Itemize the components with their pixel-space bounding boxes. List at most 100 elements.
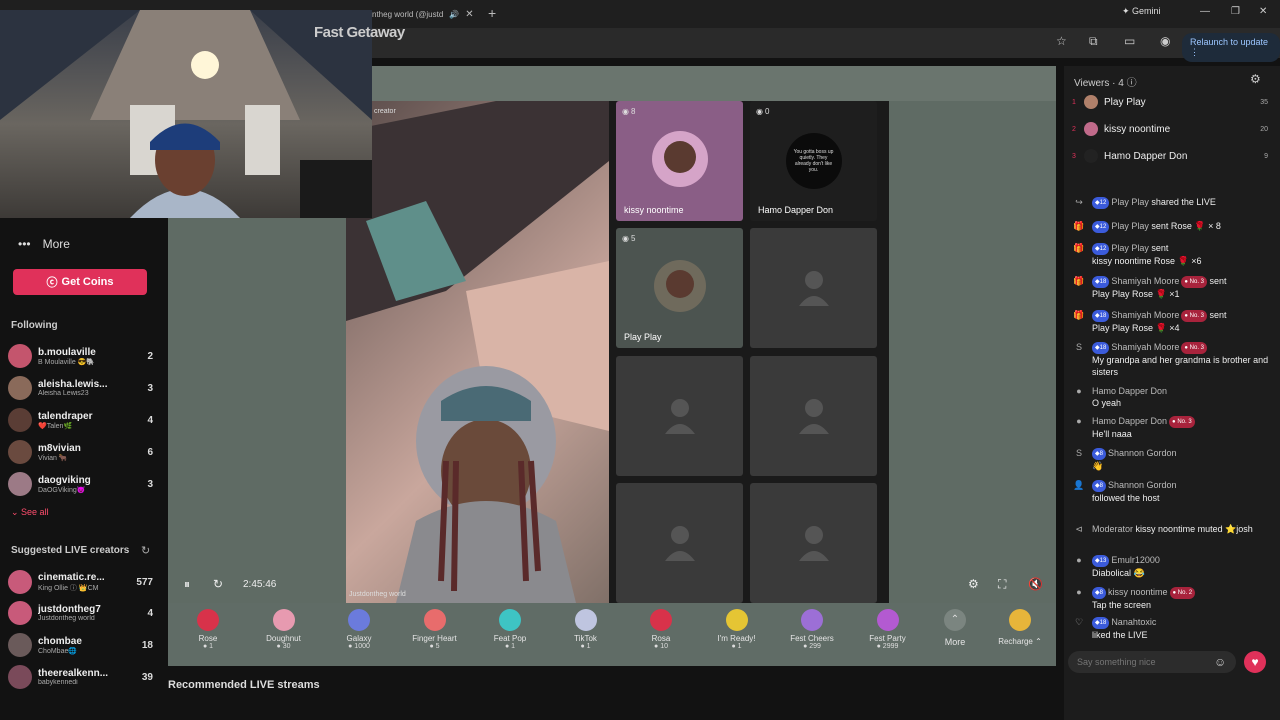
chat-body: ◆18 Shamiyah Moore ● No. 3 sent Play Play R… <box>1092 275 1227 300</box>
viewer-row[interactable]: 3 Hamo Dapper Don 9 <box>1072 147 1268 165</box>
browser-tab[interactable]: ntheg world (@justd 🔊 ✕ <box>372 4 474 24</box>
viewer-score: 35 <box>1260 98 1268 106</box>
gift-name: Fest Party <box>869 634 906 643</box>
coin-icon: ⓒ <box>46 277 58 289</box>
chat-message[interactable]: S ◆18 Shamiyah Moore ● No. 3 My grandpa and … <box>1072 341 1276 378</box>
chat-message[interactable]: ● ◆8 kissy noontime ● No. 2 Tap the screen <box>1072 586 1276 611</box>
see-all-link[interactable]: ⌄ See all <box>11 507 49 518</box>
empty-guest-slot[interactable] <box>616 356 743 476</box>
gift-price: ● 10 <box>654 643 668 650</box>
viewer-count: 4 <box>147 607 153 619</box>
chat-message[interactable]: ⊲ Moderator kissy noontime muted ⭐josh <box>1072 523 1276 537</box>
window-close-icon[interactable]: ✕ <box>1259 6 1267 17</box>
chat-user: Play Play <box>1111 243 1149 253</box>
refresh-icon[interactable]: ↻ <box>141 544 150 557</box>
chat-message[interactable]: ↪ ◆12 Play Play shared the LIVE <box>1072 196 1276 210</box>
fullscreen-icon[interactable]: ⛶ <box>998 577 1006 592</box>
following-item[interactable]: m8vivian Vivian 🐂 6 <box>8 438 153 466</box>
minimize-icon[interactable]: — <box>1200 6 1210 17</box>
avatar <box>1084 122 1098 136</box>
gift-price: ● 1000 <box>348 643 370 650</box>
chat-message[interactable]: 🎁 ◆18 Shamiyah Moore ● No. 3 sent Play Play … <box>1072 309 1276 334</box>
gift-item[interactable]: Rose ● 1 <box>178 609 238 650</box>
empty-guest-slot[interactable] <box>750 483 877 603</box>
emoji-icon[interactable]: ☺ <box>1214 655 1226 669</box>
reload-icon[interactable]: ↻ <box>213 577 223 591</box>
gift-name: Finger Heart <box>412 634 457 643</box>
viewer-row[interactable]: 1 Play Play 35 <box>1072 93 1268 111</box>
chat-message[interactable]: ● Hamo Dapper Don O yeah <box>1072 385 1276 409</box>
suggested-item[interactable]: cinematic.re... King Ollie ⓘ 👑CM 577 <box>8 568 153 596</box>
host-video[interactable] <box>346 101 609 603</box>
chat-message[interactable]: ● ◆13 Emulr12000 Diabolical 😂 <box>1072 554 1276 579</box>
page-title: Fast Getaway <box>314 24 405 41</box>
more-menu-item[interactable]: ••• More <box>18 237 70 251</box>
gear-icon[interactable]: ⚙ <box>1250 72 1261 86</box>
guest-slot[interactable]: ◉ 5 Play Play <box>616 228 743 348</box>
see-all-label: See all <box>21 507 49 517</box>
suggested-item[interactable]: justdontheg7 Justdontheg world 4 <box>8 599 153 627</box>
recharge-button[interactable]: Recharge ⌃ <box>990 609 1050 646</box>
chat-text-line: My grandpa and her grandma is brother an… <box>1092 354 1269 377</box>
cast-icon[interactable]: ▭ <box>1124 34 1135 48</box>
gift-name: Fest Cheers <box>790 634 834 643</box>
following-item[interactable]: daogviking DaOGViking😈 3 <box>8 470 153 498</box>
empty-guest-slot[interactable] <box>616 483 743 603</box>
gift-price: ● 1 <box>580 643 591 650</box>
chat-icon: ● <box>1076 555 1082 565</box>
empty-guest-slot[interactable] <box>750 356 877 476</box>
tab-audio-icon[interactable]: 🔊 <box>449 10 459 19</box>
gift-item[interactable]: Rosa ● 10 <box>631 609 691 650</box>
gift-item[interactable]: Galaxy ● 1000 <box>329 609 389 650</box>
chat-message[interactable]: ● Hamo Dapper Don ● No. 3 He'll naaa <box>1072 415 1276 440</box>
guest-avatar-quote: You gotta boss up quietly. They already … <box>785 133 842 189</box>
gift-item[interactable]: Finger Heart ● 5 <box>405 609 465 650</box>
suggested-item[interactable]: theerealkenn... babykennedi 39 <box>8 663 153 691</box>
gemini-label: Gemini <box>1132 6 1161 16</box>
gift-icon <box>876 609 899 631</box>
guest-slot[interactable]: ◉ 8 kissy noontime <box>616 101 743 221</box>
following-item[interactable]: talendraper ❤️Talen🌿 4 <box>8 406 153 434</box>
gift-item[interactable]: TikTok ● 1 <box>556 609 616 650</box>
avatar <box>8 633 32 657</box>
gift-item[interactable]: I'm Ready! ● 1 <box>707 609 767 650</box>
webcam-scene <box>0 10 372 218</box>
chat-message[interactable]: S ◆8 Shannon Gordon 👋 <box>1072 447 1276 472</box>
maximize-icon[interactable]: ❐ <box>1231 6 1240 17</box>
pause-icon[interactable]: ⏸ <box>184 577 190 592</box>
suggested-item[interactable]: chombae ChoMbae🌐 18 <box>8 631 153 659</box>
chat-message[interactable]: 🎁 ◆12 Play Play sent Rose 🌹 × 8 <box>1072 220 1276 234</box>
empty-guest-slot[interactable] <box>750 228 877 348</box>
gift-item[interactable]: Fest Party ● 2999 <box>858 609 918 650</box>
following-item[interactable]: aleisha.lewis... Aleisha Lewis23 3 <box>8 374 153 402</box>
tab-close-icon[interactable]: ✕ <box>465 9 473 20</box>
profile-icon[interactable]: ◉ <box>1160 34 1170 48</box>
gift-item[interactable]: Feat Pop ● 1 <box>480 609 540 650</box>
chat-message[interactable]: 👤 ◆8 Shannon Gordon followed the host <box>1072 479 1276 504</box>
gift-item[interactable]: Fest Cheers ● 299 <box>782 609 842 650</box>
relaunch-button[interactable]: Relaunch to update ⋮ <box>1182 33 1280 62</box>
chat-user: Nanahtoxic <box>1111 617 1157 627</box>
viewer-row[interactable]: 2 kissy noontime 20 <box>1072 120 1268 138</box>
following-name: talendraper <box>38 410 93 422</box>
mute-icon[interactable]: 🔇 <box>1028 577 1043 591</box>
chat-message[interactable]: 🎁 ◆18 Shamiyah Moore ● No. 3 sent Play Play … <box>1072 275 1276 300</box>
bookmark-star-icon[interactable]: ☆ <box>1056 34 1067 48</box>
chat-message[interactable]: 🎁 ◆12 Play Play sent kissy noontime Rose 🌹 … <box>1072 242 1276 267</box>
extensions-icon[interactable]: ⧉ <box>1089 34 1098 49</box>
following-item[interactable]: b.moulaville B Moulaville 😎🐘 2 <box>8 342 153 370</box>
settings-icon[interactable]: ⚙ <box>968 577 979 591</box>
get-coins-button[interactable]: ⓒ Get Coins <box>13 269 147 295</box>
gemini-button[interactable]: ✦ Gemini <box>1122 6 1161 17</box>
chat-text-line: O yeah <box>1092 398 1122 408</box>
like-heart-button[interactable]: ♥ <box>1244 651 1266 673</box>
viewer-name: Hamo Dapper Don <box>1104 150 1188 162</box>
chat-text: sent <box>1209 310 1227 320</box>
guest-slot[interactable]: ◉ 0 You gotta boss up quietly. They alre… <box>750 101 877 221</box>
gift-item[interactable]: Doughnut ● 30 <box>254 609 314 650</box>
chat-message[interactable]: ♡ ◆18 Nanahtoxic liked the LIVE <box>1072 616 1276 641</box>
chat-input[interactable] <box>1068 651 1236 673</box>
new-tab-icon[interactable]: + <box>488 5 496 21</box>
gift-more-button[interactable]: ⌃ More <box>925 609 985 647</box>
more-label: More <box>42 237 70 251</box>
